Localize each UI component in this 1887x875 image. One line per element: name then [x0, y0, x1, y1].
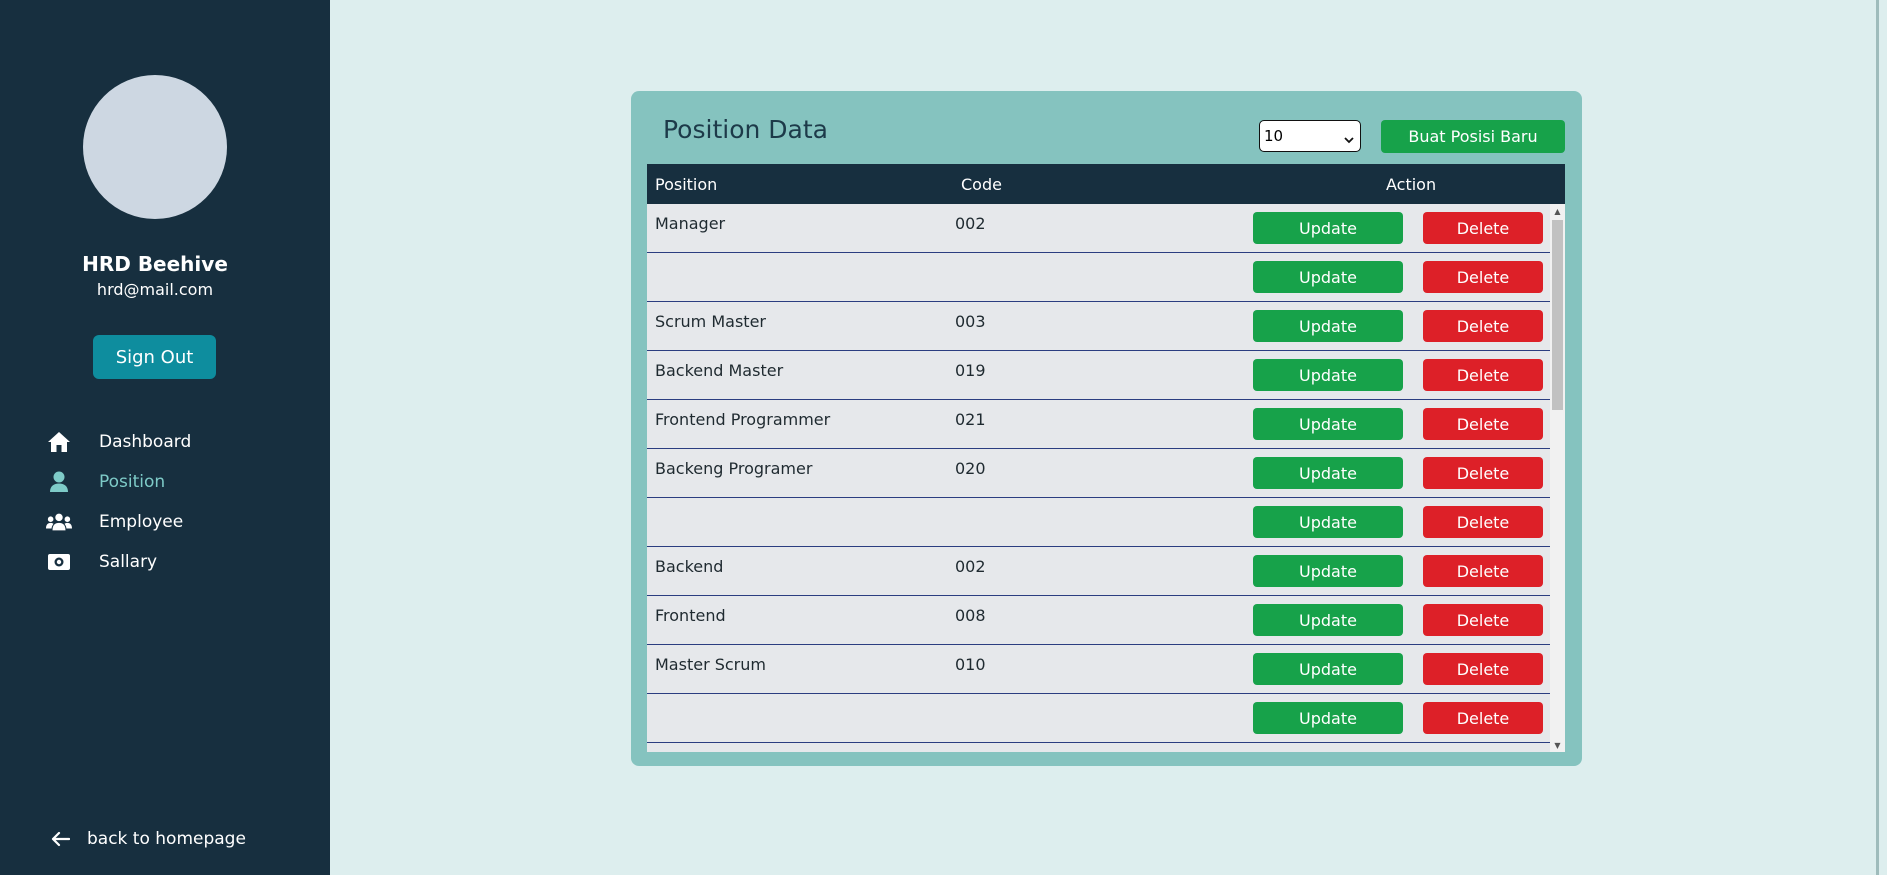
- update-button[interactable]: Update: [1253, 261, 1403, 293]
- table-row: Frontend Programmer 021 Update Delete: [647, 400, 1550, 449]
- scroll-thumb[interactable]: [1552, 220, 1563, 410]
- cell-code: 019: [955, 361, 986, 380]
- cell-position: Master Scrum: [655, 655, 766, 674]
- cell-position: Frontend Programmer: [655, 410, 831, 429]
- delete-button[interactable]: Delete: [1423, 212, 1543, 244]
- table-row: Backend 002 Update Delete: [647, 547, 1550, 596]
- back-link-label: back to homepage: [87, 829, 246, 849]
- cell-position: Backeng Programer: [655, 459, 813, 478]
- page-size-select[interactable]: 10: [1259, 120, 1361, 152]
- cell-position: Backend: [655, 557, 724, 576]
- delete-button[interactable]: Delete: [1423, 555, 1543, 587]
- cell-position: Backend Master: [655, 361, 784, 380]
- cell-code: 021: [955, 410, 986, 429]
- table-row: Update Delete: [647, 498, 1550, 547]
- table-row: Frontend 008 Update Delete: [647, 596, 1550, 645]
- create-position-button[interactable]: Buat Posisi Baru: [1381, 120, 1565, 153]
- table-header: Position Code Action: [647, 164, 1565, 204]
- update-button[interactable]: Update: [1253, 408, 1403, 440]
- sidebar: HRD Beehive hrd@mail.com Sign Out Dashbo…: [0, 0, 330, 875]
- column-header-position: Position: [655, 175, 718, 194]
- update-button[interactable]: Update: [1253, 555, 1403, 587]
- scroll-down-icon[interactable]: ▼: [1550, 738, 1565, 752]
- cell-position: Scrum Master: [655, 312, 766, 331]
- money-icon: [46, 549, 72, 575]
- nav-item-employee[interactable]: Employee: [0, 502, 330, 542]
- table-row: Master Scrum 010 Update Delete: [647, 645, 1550, 694]
- cell-position: Manager: [655, 214, 726, 233]
- delete-button[interactable]: Delete: [1423, 506, 1543, 538]
- nav-label-sallary: Sallary: [99, 552, 158, 572]
- cell-code: 002: [955, 214, 986, 233]
- update-button[interactable]: Update: [1253, 212, 1403, 244]
- table-row: Backend Master 019 Update Delete: [647, 351, 1550, 400]
- sign-out-button[interactable]: Sign Out: [93, 335, 216, 379]
- arrow-left-icon: [50, 828, 72, 850]
- update-button[interactable]: Update: [1253, 310, 1403, 342]
- update-button[interactable]: Update: [1253, 653, 1403, 685]
- table-row: Backeng Programer 020 Update Delete: [647, 449, 1550, 498]
- sidebar-nav: Dashboard Position Employee Sallary: [0, 422, 330, 582]
- page-title: Position Data: [663, 115, 828, 144]
- delete-button[interactable]: Delete: [1423, 604, 1543, 636]
- update-button[interactable]: Update: [1253, 359, 1403, 391]
- page-size-value: 10: [1264, 127, 1284, 145]
- delete-button[interactable]: Delete: [1423, 408, 1543, 440]
- cell-code: 020: [955, 459, 986, 478]
- update-button[interactable]: Update: [1253, 702, 1403, 734]
- cell-code: 008: [955, 606, 986, 625]
- back-to-homepage-link[interactable]: back to homepage: [50, 828, 246, 850]
- avatar: [83, 75, 227, 219]
- position-data-card: Position Data 10 Buat Posisi Baru Positi…: [631, 91, 1582, 766]
- table-rows: Manager 002 Update Delete Update Delete Scrum …: [647, 204, 1550, 743]
- table-row: Scrum Master 003 Update Delete: [647, 302, 1550, 351]
- column-header-action: Action: [1386, 175, 1437, 194]
- user-icon: [46, 469, 72, 495]
- users-icon: [46, 509, 72, 535]
- cell-code: 010: [955, 655, 986, 674]
- delete-button[interactable]: Delete: [1423, 457, 1543, 489]
- cell-code: 002: [955, 557, 986, 576]
- page-scroll-thumb[interactable]: [1876, 0, 1879, 875]
- scroll-up-icon[interactable]: ▲: [1550, 204, 1565, 218]
- page-scrollbar[interactable]: [1872, 0, 1887, 875]
- chevron-down-icon: [1344, 130, 1354, 148]
- nav-label-position: Position: [99, 472, 166, 492]
- user-email: hrd@mail.com: [96, 280, 214, 299]
- table-scrollbar[interactable]: ▲ ▼: [1550, 204, 1565, 752]
- delete-button[interactable]: Delete: [1423, 310, 1543, 342]
- delete-button[interactable]: Delete: [1423, 261, 1543, 293]
- user-name: HRD Beehive: [82, 252, 228, 276]
- cell-position: Frontend: [655, 606, 726, 625]
- delete-button[interactable]: Delete: [1423, 702, 1543, 734]
- nav-item-dashboard[interactable]: Dashboard: [0, 422, 330, 462]
- column-header-code: Code: [961, 175, 1002, 194]
- update-button[interactable]: Update: [1253, 604, 1403, 636]
- table-body[interactable]: Manager 002 Update Delete Update Delete Scrum …: [647, 204, 1565, 752]
- delete-button[interactable]: Delete: [1423, 359, 1543, 391]
- table-row: Update Delete: [647, 253, 1550, 302]
- table-row: Update Delete: [647, 694, 1550, 743]
- update-button[interactable]: Update: [1253, 506, 1403, 538]
- cell-code: 003: [955, 312, 986, 331]
- nav-label-dashboard: Dashboard: [99, 432, 192, 452]
- update-button[interactable]: Update: [1253, 457, 1403, 489]
- home-icon: [46, 429, 72, 455]
- nav-item-position[interactable]: Position: [0, 462, 330, 502]
- delete-button[interactable]: Delete: [1423, 653, 1543, 685]
- table-row: Manager 002 Update Delete: [647, 204, 1550, 253]
- nav-item-sallary[interactable]: Sallary: [0, 542, 330, 582]
- nav-label-employee: Employee: [99, 512, 184, 532]
